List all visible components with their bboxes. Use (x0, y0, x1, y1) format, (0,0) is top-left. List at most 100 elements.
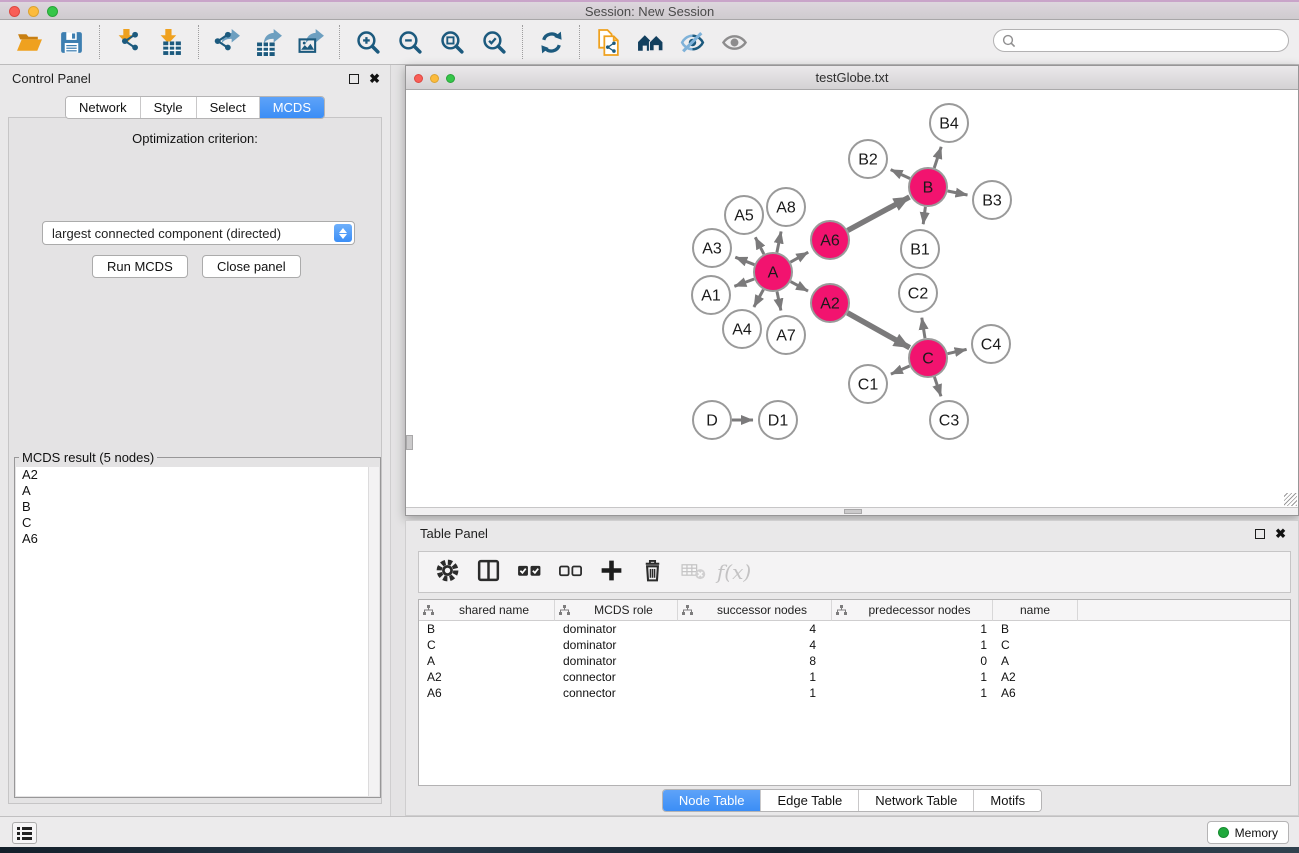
edge-C-C2[interactable] (922, 318, 925, 339)
table-cell[interactable]: 1 (832, 669, 993, 685)
network-hscroll-thumb[interactable] (844, 509, 862, 514)
table-options-gear-button[interactable] (433, 557, 461, 587)
tab-edge-table[interactable]: Edge Table (761, 790, 859, 811)
edge-A-A6[interactable] (790, 252, 808, 262)
refresh-layout-button[interactable] (530, 22, 572, 62)
table-cell[interactable]: 1 (832, 637, 993, 653)
mcds-result-item[interactable]: A (16, 483, 379, 499)
import-network-button[interactable] (107, 22, 149, 62)
zoom-in-button[interactable] (347, 22, 389, 62)
table-cell[interactable]: 8 (678, 653, 832, 669)
graph-node-B1[interactable]: B1 (901, 230, 939, 268)
graph-node-A2[interactable]: A2 (811, 284, 849, 322)
graph-node-C2[interactable]: C2 (899, 274, 937, 312)
table-cell[interactable]: dominator (555, 637, 678, 653)
edge-B-B3[interactable] (948, 191, 968, 195)
close-panel-button[interactable]: Close panel (202, 255, 301, 278)
tab-mcds[interactable]: MCDS (260, 97, 324, 118)
edge-A2-C[interactable] (847, 313, 909, 348)
table-cell[interactable]: A6 (419, 685, 555, 701)
optimization-criterion-select[interactable]: largest connected component (directed) (42, 221, 355, 245)
graph-node-A8[interactable]: A8 (767, 188, 805, 226)
table-cell[interactable]: A (419, 653, 555, 669)
table-cell[interactable]: A2 (993, 669, 1078, 685)
select-all-rows-button[interactable] (515, 557, 543, 587)
graph-node-B4[interactable]: B4 (930, 104, 968, 142)
column-header-successor-nodes[interactable]: successor nodes (678, 600, 832, 621)
edge-C-C4[interactable] (948, 349, 967, 353)
column-visibility-button[interactable] (474, 557, 502, 587)
graph-node-C1[interactable]: C1 (849, 365, 887, 403)
graph-node-D1[interactable]: D1 (759, 401, 797, 439)
run-mcds-button[interactable]: Run MCDS (92, 255, 188, 278)
graph-node-B3[interactable]: B3 (973, 181, 1011, 219)
tab-motifs[interactable]: Motifs (974, 790, 1041, 811)
edge-A-A1[interactable] (734, 279, 754, 286)
edge-C-C1[interactable] (891, 366, 910, 374)
edge-A-A3[interactable] (735, 257, 754, 265)
export-network-button[interactable] (206, 22, 248, 62)
graph-node-C3[interactable]: C3 (930, 401, 968, 439)
edge-A-A2[interactable] (791, 282, 808, 292)
network-vertical-scrollbar[interactable] (406, 435, 413, 450)
mcds-result-item[interactable]: C (16, 515, 379, 531)
graph-node-A[interactable]: A (754, 253, 792, 291)
tab-style[interactable]: Style (141, 97, 197, 118)
column-header-name[interactable]: name (993, 600, 1078, 621)
home-button[interactable] (629, 22, 671, 62)
table-cell[interactable]: dominator (555, 621, 678, 637)
graph-node-A3[interactable]: A3 (693, 229, 731, 267)
edge-B-B1[interactable] (923, 207, 925, 224)
mcds-result-item[interactable]: A2 (16, 467, 379, 483)
mcds-result-scrollbar[interactable] (368, 467, 379, 796)
graph-node-C[interactable]: C (909, 339, 947, 377)
save-session-button[interactable] (50, 22, 92, 62)
edge-A6-B[interactable] (848, 197, 910, 231)
graph-node-A7[interactable]: A7 (767, 316, 805, 354)
table-cell[interactable]: A (993, 653, 1078, 669)
new-network-from-selection-button[interactable] (587, 22, 629, 62)
graph-node-A5[interactable]: A5 (725, 196, 763, 234)
edge-C-C3[interactable] (934, 377, 941, 396)
table-cell[interactable]: C (993, 637, 1078, 653)
mcds-result-item[interactable]: A6 (16, 531, 379, 547)
network-horizontal-scrollbar[interactable] (406, 507, 1298, 515)
edge-A-A7[interactable] (777, 292, 781, 311)
graph-node-B[interactable]: B (909, 168, 947, 206)
table-cell[interactable]: connector (555, 685, 678, 701)
control-panel-float-icon[interactable] (349, 74, 359, 84)
edge-B-B2[interactable] (891, 170, 910, 179)
network-canvas[interactable]: AA1A2A3A4A5A6A7A8BB1B2B3B4CC1C2C3C4DD1 (406, 90, 1298, 507)
graph-node-A4[interactable]: A4 (723, 310, 761, 348)
import-table-button[interactable] (149, 22, 191, 62)
open-session-button[interactable] (8, 22, 50, 62)
task-history-button[interactable] (12, 822, 37, 844)
table-cell[interactable]: A2 (419, 669, 555, 685)
show-graphics-details-button[interactable] (713, 22, 755, 62)
table-cell[interactable]: 4 (678, 637, 832, 653)
tab-select[interactable]: Select (197, 97, 260, 118)
table-cell[interactable]: 1 (678, 669, 832, 685)
table-cell[interactable]: A6 (993, 685, 1078, 701)
table-panel-close-icon[interactable]: ✖ (1275, 529, 1286, 539)
graph-node-D[interactable]: D (693, 401, 731, 439)
export-image-button[interactable] (290, 22, 332, 62)
network-window-titlebar[interactable]: testGlobe.txt (406, 66, 1298, 90)
edge-B-B4[interactable] (934, 147, 941, 168)
export-table-button[interactable] (248, 22, 290, 62)
tab-network[interactable]: Network (66, 97, 141, 118)
mcds-result-list[interactable]: A2ABCA6 (16, 467, 379, 796)
table-cell[interactable]: B (993, 621, 1078, 637)
deselect-all-rows-button[interactable] (556, 557, 584, 587)
table-cell[interactable]: 1 (678, 685, 832, 701)
search-input[interactable] (1021, 32, 1280, 49)
table-cell[interactable]: 1 (832, 621, 993, 637)
delete-column-button[interactable] (638, 557, 666, 587)
table-cell[interactable]: connector (555, 669, 678, 685)
graph-node-A6[interactable]: A6 (811, 221, 849, 259)
graph-node-A1[interactable]: A1 (692, 276, 730, 314)
column-header-predecessor-nodes[interactable]: predecessor nodes (832, 600, 993, 621)
column-header-shared-name[interactable]: shared name (419, 600, 555, 621)
edge-A-A8[interactable] (777, 232, 781, 253)
table-cell[interactable]: C (419, 637, 555, 653)
